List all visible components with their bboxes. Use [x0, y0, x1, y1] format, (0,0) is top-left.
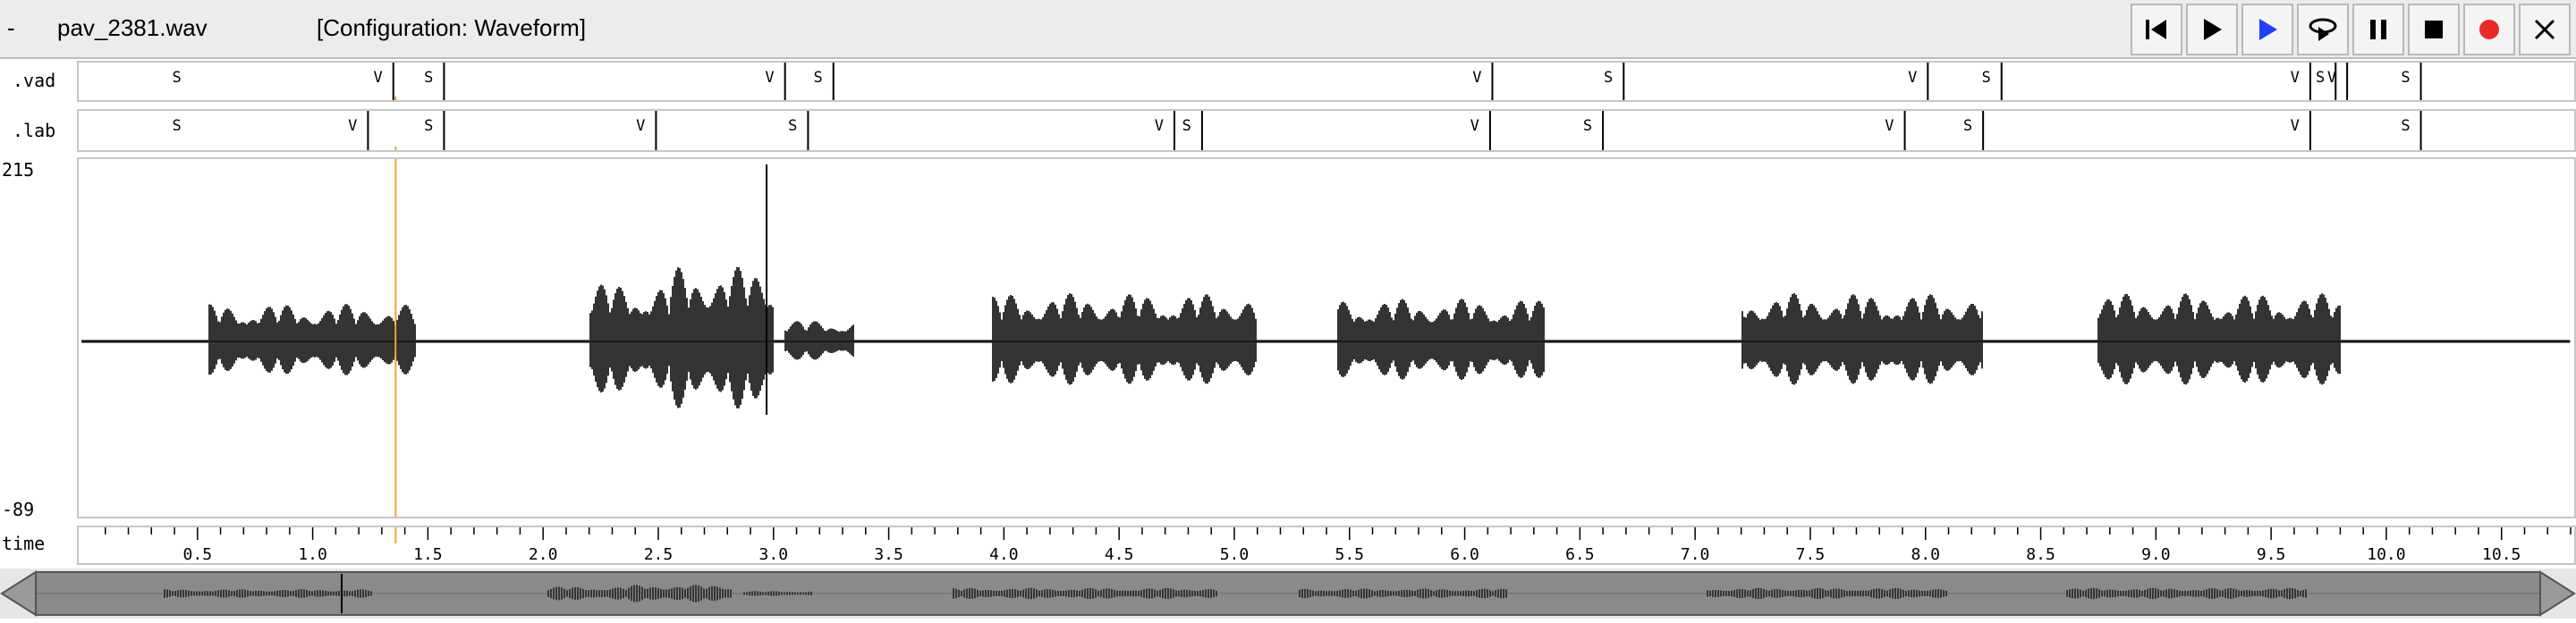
skip-to-start-button[interactable] — [2131, 4, 2182, 55]
tier-label-mark: V — [2291, 117, 2300, 135]
time-tick-label: 10.5 — [2482, 545, 2521, 563]
time-axis-ticks: 0.5 1.0 1.5 2.0 2.5 3.0 3.5 4.0 4.5 5.0 5.5 6.0 6.5 7… — [105, 527, 2572, 564]
time-tick-label: 2.0 — [529, 545, 558, 563]
overview-scrollbar[interactable] — [0, 568, 2576, 619]
time-tick-label: 9.5 — [2257, 545, 2286, 563]
tier-label-mark: S — [2401, 117, 2410, 135]
scroll-right-icon[interactable] — [2539, 570, 2576, 617]
time-tick-label: 1.0 — [298, 545, 327, 563]
tier-label-mark: V — [1470, 117, 1479, 135]
time-tick-label: 6.0 — [1450, 545, 1479, 563]
tier-label-mark: V — [1908, 69, 1917, 87]
time-tick-label: 3.0 — [759, 545, 789, 563]
time-tick-label: 0.5 — [183, 545, 213, 563]
scroll-left-icon[interactable] — [0, 570, 37, 617]
tier-label-mark: S — [814, 69, 823, 87]
time-tick-label: 7.0 — [1681, 545, 1710, 563]
tier-label-mark: V — [636, 117, 645, 135]
tier-label-mark: V — [1155, 117, 1164, 135]
waveform-signal — [81, 266, 2570, 408]
tier-label-mark: S — [1583, 117, 1592, 135]
stop-button[interactable] — [2408, 4, 2460, 55]
time-axis-label: time — [2, 533, 46, 554]
tier-label-vad: .vad — [13, 70, 56, 91]
time-tick-label: 3.5 — [874, 545, 903, 563]
pause-icon — [2370, 20, 2386, 39]
tier-label-mark: S — [173, 117, 182, 135]
waveform-max-label: 215 — [2, 159, 35, 181]
tier-track-lab[interactable]: SVSVSVSVSVSVS — [77, 109, 2576, 152]
tier-label-mark: S — [1981, 69, 1990, 87]
time-tick-label: 4.0 — [989, 545, 1019, 563]
time-tick-label: 5.5 — [1335, 545, 1365, 563]
configuration-label: [Configuration: Waveform] — [317, 14, 587, 41]
waveform[interactable] — [79, 159, 2574, 517]
time-tick-label: 10.0 — [2367, 545, 2405, 563]
file-name: pav_2381.wav — [57, 14, 208, 41]
time-tick-label: 2.5 — [644, 545, 674, 563]
tier-label-mark: S — [2401, 69, 2410, 87]
tier-label-mark: V — [348, 117, 357, 135]
skip-start-icon — [2146, 20, 2166, 39]
tier-label-lab: .lab — [13, 120, 56, 141]
time-axis[interactable]: 0.5 1.0 1.5 2.0 2.5 3.0 3.5 4.0 4.5 5.0 5.5 6.0 6.5 7… — [77, 526, 2576, 565]
time-tick-label: 8.0 — [1911, 545, 1940, 563]
tier-label-mark: V — [1472, 69, 1481, 87]
window-menu-button[interactable]: - — [7, 14, 15, 42]
play-icon — [2204, 19, 2222, 40]
loop-play-icon — [2309, 18, 2337, 41]
pause-button[interactable] — [2352, 4, 2404, 55]
play-blue-icon — [2259, 19, 2277, 40]
play-selection-button[interactable] — [2241, 4, 2293, 55]
tier-label-mark: S — [424, 69, 433, 87]
tier-label-mark: S — [788, 117, 797, 135]
tier-label-mark: V — [2291, 69, 2300, 87]
record-button[interactable] — [2463, 4, 2515, 55]
tier-marks-lab[interactable]: SVSVSVSVSVSVS — [79, 111, 2574, 150]
stop-icon — [2425, 21, 2443, 38]
time-tick-label: 1.5 — [413, 545, 443, 563]
time-tick-label: 7.5 — [1796, 545, 1826, 563]
tier-label-mark: S — [1182, 117, 1191, 135]
tier-label-mark: V — [1885, 117, 1894, 135]
tier-label-mark: S — [173, 69, 182, 87]
play-button[interactable] — [2186, 4, 2238, 55]
waveform-min-label: -89 — [2, 499, 35, 520]
tier-track-vad[interactable]: SVSVSVSVSVSVS — [77, 61, 2576, 102]
tier-label-mark: S — [1604, 69, 1613, 87]
time-tick-label: 4.5 — [1105, 545, 1134, 563]
close-icon — [2534, 19, 2555, 40]
close-button[interactable] — [2519, 4, 2571, 55]
tier-label-mark: S — [1963, 117, 1972, 135]
loop-play-button[interactable] — [2297, 4, 2349, 55]
waveform-panel[interactable] — [77, 157, 2576, 518]
tier-label-mark: V — [2327, 69, 2336, 87]
tier-marks-vad[interactable]: SVSVSVSVSVSVS — [79, 63, 2574, 100]
time-tick-label: 9.0 — [2141, 545, 2171, 563]
tier-label-mark: V — [765, 69, 774, 87]
record-icon — [2479, 20, 2499, 39]
tier-label-mark: S — [2316, 69, 2325, 87]
time-tick-label: 5.0 — [1220, 545, 1250, 563]
tier-label-mark: S — [424, 117, 433, 135]
time-tick-label: 8.5 — [2026, 545, 2055, 563]
title-bar: - pav_2381.wav [Configuration: Waveform] — [0, 0, 2576, 59]
tier-label-mark: V — [374, 69, 383, 87]
time-tick-label: 6.5 — [1565, 545, 1595, 563]
overview-bar[interactable] — [0, 568, 2576, 619]
